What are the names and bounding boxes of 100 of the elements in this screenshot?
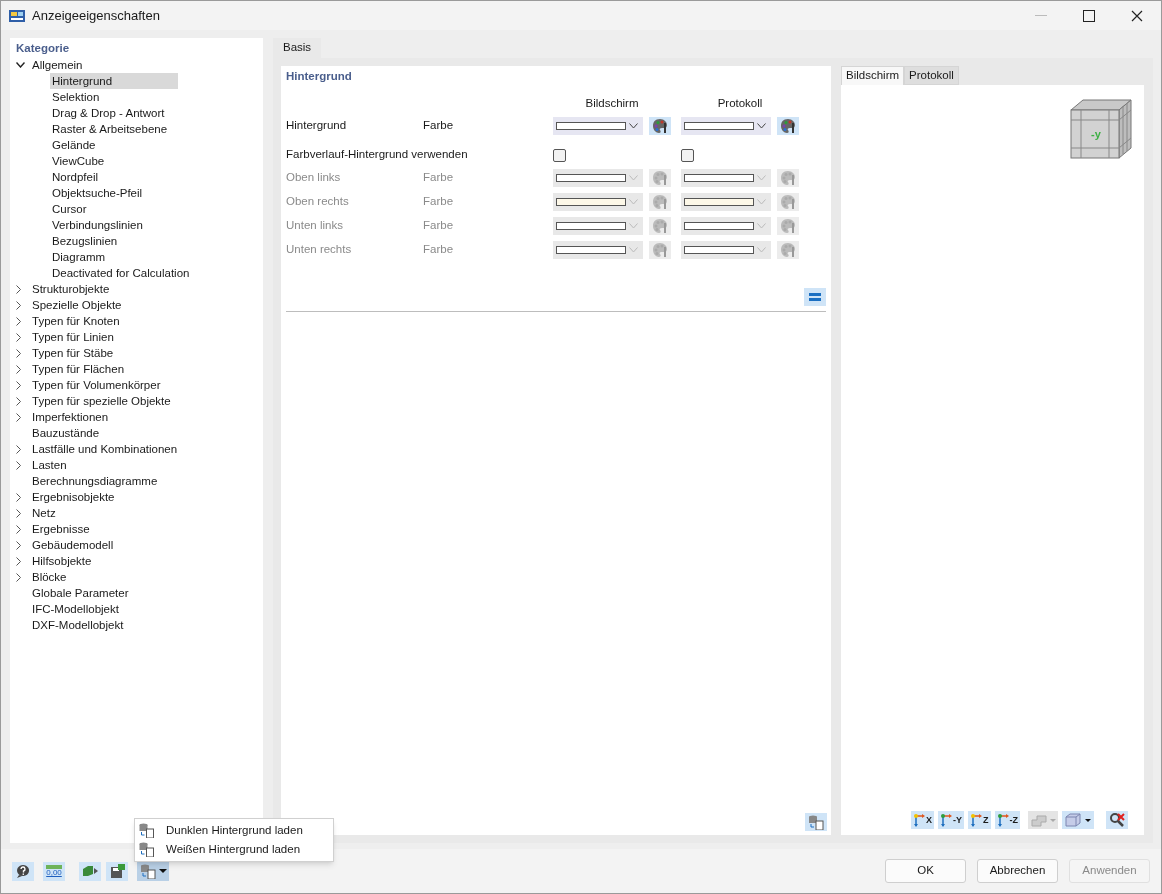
tree-item[interactable]: Blöcke [31,568,68,586]
dialog-button[interactable]: Abbrechen [977,859,1058,883]
tree-item[interactable]: Spezielle Objekte [31,296,123,314]
tree-item[interactable]: IFC-Modellobjekt [31,600,120,618]
load-background-button[interactable] [805,813,827,831]
tree-item[interactable]: Hintergrund [50,73,178,90]
color-picker-button[interactable] [649,193,671,211]
tree-item[interactable]: Objektsuche-Pfeil [50,185,143,202]
tree-item[interactable]: Typen für Linien [31,328,115,346]
tree-item[interactable]: Selektion [50,89,100,106]
chevron-right-icon[interactable] [16,412,21,422]
chevron-right-icon[interactable] [16,396,21,406]
tree-item[interactable]: Typen für spezielle Objekte [31,392,172,410]
tree-item[interactable]: Drag & Drop - Antwort [50,105,165,122]
tab[interactable]: Protokoll [904,66,959,85]
reset-view-button[interactable] [1106,811,1128,829]
chevron-right-icon[interactable] [16,380,21,390]
chevron-down-icon[interactable] [16,62,25,69]
color-picker-button[interactable] [649,169,671,187]
axis-view-button[interactable]: Z [968,811,991,829]
tree-item[interactable]: Nordpfeil [50,169,99,186]
tree-item[interactable]: Typen für Stäbe [31,344,115,362]
tree-item[interactable]: Bauzustände [31,424,101,442]
palette-icon [652,194,668,210]
tree-item[interactable]: DXF-Modellobjekt [31,616,125,634]
color-dropdown[interactable] [553,217,643,235]
tree-item[interactable]: ViewCube [50,153,105,170]
tree-item[interactable]: Gebäudemodell [31,536,115,554]
axis-view-button[interactable]: -Y [938,811,964,829]
chevron-right-icon[interactable] [16,508,21,518]
color-picker-button[interactable] [649,117,671,135]
tree-item[interactable]: Verbindungslinien [50,217,143,234]
chevron-right-icon[interactable] [16,572,21,582]
chevron-right-icon[interactable] [16,300,21,310]
color-picker-button[interactable] [777,117,799,135]
close-icon[interactable] [1131,9,1143,22]
checkbox[interactable] [553,148,566,162]
color-dropdown[interactable] [681,217,771,235]
tree-item[interactable]: Strukturobjekte [31,280,111,298]
tree-item[interactable]: Globale Parameter [31,584,130,602]
tree-item[interactable]: Typen für Volumenkörper [31,376,162,394]
axis-view-button[interactable]: X [911,811,934,829]
export-button[interactable] [79,861,101,881]
section-title: Hintergrund [286,69,353,84]
color-dropdown[interactable] [553,117,643,135]
tree-item[interactable]: Typen für Knoten [31,312,121,330]
color-dropdown[interactable] [681,169,771,187]
tree-item[interactable]: Imperfektionen [31,408,110,426]
tree-item[interactable]: Typen für Flächen [31,360,126,378]
tree-item[interactable]: Netz [31,504,57,522]
chevron-right-icon[interactable] [16,348,21,358]
chevron-right-icon[interactable] [16,364,21,374]
tree-item[interactable]: Deactivated for Calculation [50,265,190,282]
chevron-right-icon[interactable] [16,540,21,550]
menu-item[interactable]: Weißen Hintergrund laden [135,840,333,859]
dialog-button[interactable]: OK [885,859,966,883]
color-picker-button[interactable] [649,217,671,235]
chevron-right-icon[interactable] [16,332,21,342]
chevron-right-icon[interactable] [16,316,21,326]
tree-item[interactable]: Ergebnisobjekte [31,488,116,506]
box-dropdown-button[interactable] [1062,811,1094,829]
maximize-icon[interactable] [1083,9,1095,22]
color-picker-button[interactable] [777,217,799,235]
tree-item[interactable]: Ergebnisse [31,520,91,538]
tree-item[interactable]: Lasten [31,456,68,474]
color-picker-button[interactable] [777,169,799,187]
tree-item[interactable]: Allgemein [31,56,84,74]
help-button[interactable] [12,861,34,881]
color-dropdown[interactable] [553,241,643,259]
color-dropdown[interactable] [681,241,771,259]
chevron-right-icon[interactable] [16,444,21,454]
axis-view-button[interactable]: -Z [994,811,1020,829]
tree-item[interactable]: Cursor [50,201,87,218]
equal-button[interactable] [804,288,826,306]
tree-item[interactable]: Bezugslinien [50,233,118,250]
chevron-right-icon[interactable] [16,284,21,294]
app-icon [8,7,26,24]
tab[interactable]: Bildschirm [841,66,905,85]
checkbox[interactable] [681,148,694,162]
color-dropdown[interactable] [681,193,771,211]
units-button[interactable]: 0,00 [43,861,65,881]
tree-item[interactable]: Diagramm [50,249,106,266]
chevron-right-icon[interactable] [16,556,21,566]
color-picker-button[interactable] [649,241,671,259]
tree-item[interactable]: Lastfälle und Kombinationen [31,440,179,458]
tree-item[interactable]: Berechnungsdiagramme [31,472,159,490]
tree-item[interactable]: Gelände [50,137,96,154]
save-button[interactable] [106,861,128,881]
tree-item[interactable]: Raster & Arbeitsebene [50,121,168,138]
color-picker-button[interactable] [777,193,799,211]
tree-item[interactable]: Hilfsobjekte [31,552,93,570]
color-dropdown[interactable] [681,117,771,135]
color-dropdown[interactable] [553,169,643,187]
chevron-right-icon[interactable] [16,492,21,502]
menu-item[interactable]: Dunklen Hintergrund laden [135,821,333,840]
chevron-right-icon[interactable] [16,524,21,534]
color-picker-button[interactable] [777,241,799,259]
color-dropdown[interactable] [553,193,643,211]
tab[interactable]: Basis [273,38,322,58]
chevron-right-icon[interactable] [16,460,21,470]
